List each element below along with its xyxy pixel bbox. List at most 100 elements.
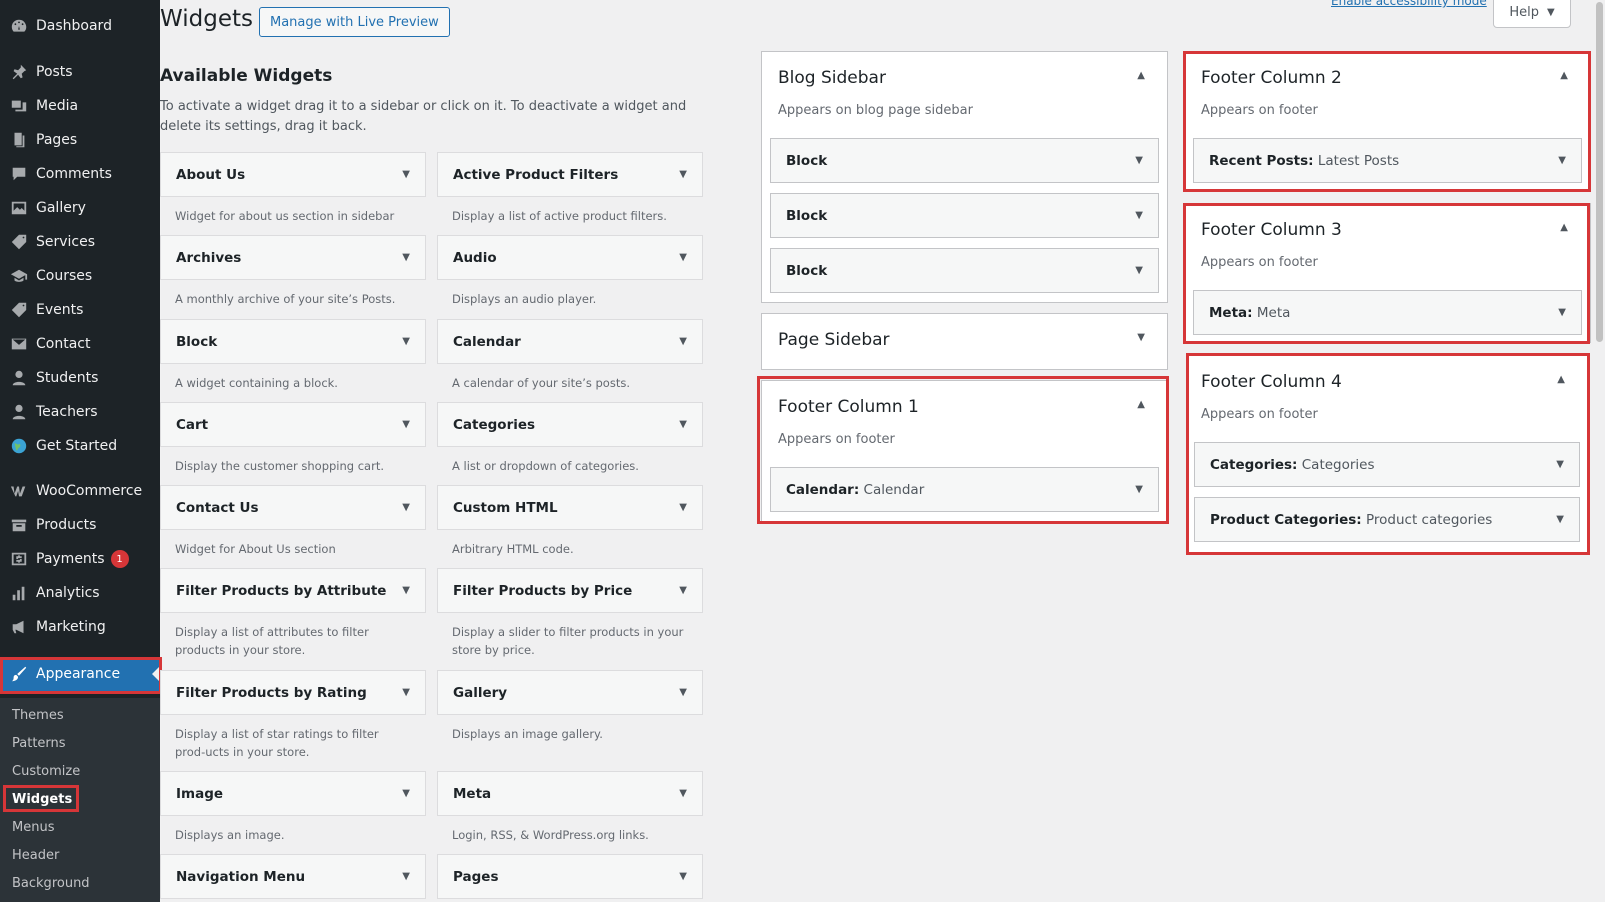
chevron-down-icon[interactable]: ▼ xyxy=(679,419,687,430)
chevron-down-icon[interactable]: ▼ xyxy=(1135,265,1143,276)
submenu-header[interactable]: Header xyxy=(12,844,59,866)
chevron-down-icon[interactable]: ▼ xyxy=(679,169,687,180)
area-widget[interactable]: Block ▼ xyxy=(770,248,1159,293)
sidebar-item-comments[interactable]: Comments xyxy=(0,157,160,191)
widget-tile[interactable]: Filter Products by Price ▼ xyxy=(437,568,703,613)
chevron-down-icon[interactable]: ▼ xyxy=(679,252,687,263)
widget-tile[interactable]: Custom HTML ▼ xyxy=(437,485,703,530)
chevron-up-icon[interactable]: ▲ xyxy=(1560,70,1568,81)
chevron-down-icon[interactable]: ▼ xyxy=(402,788,410,799)
widget-tile[interactable]: Active Product Filters ▼ xyxy=(437,152,703,197)
submenu-menus[interactable]: Menus xyxy=(12,816,54,838)
widget-tile[interactable]: Audio ▼ xyxy=(437,235,703,280)
widget-tile[interactable]: Calendar ▼ xyxy=(437,319,703,364)
sidebar-item-payments[interactable]: Payments 1 xyxy=(0,542,160,576)
sidebar-item-contact[interactable]: Contact xyxy=(0,327,160,361)
chevron-down-icon[interactable]: ▼ xyxy=(402,419,410,430)
help-label: Help xyxy=(1509,4,1539,20)
chevron-up-icon[interactable]: ▲ xyxy=(1557,374,1565,385)
widget-tile[interactable]: Archives ▼ xyxy=(160,235,426,280)
chevron-down-icon[interactable]: ▼ xyxy=(1135,210,1143,221)
area-title: Blog Sidebar xyxy=(778,68,886,88)
page-title: Widgets xyxy=(160,6,253,32)
chevron-down-icon[interactable]: ▼ xyxy=(402,502,410,513)
widget-tile[interactable]: Image ▼ xyxy=(160,771,426,816)
help-button[interactable]: Help ▼ xyxy=(1493,0,1571,28)
footer-column-3-area[interactable]: Footer Column 3 ▲ Appears on footer Meta… xyxy=(1184,203,1591,343)
submenu-patterns[interactable]: Patterns xyxy=(12,732,66,754)
chevron-down-icon[interactable]: ▼ xyxy=(679,585,687,596)
chevron-up-icon[interactable]: ▲ xyxy=(1560,222,1568,233)
chevron-up-icon[interactable]: ▲ xyxy=(1137,399,1145,410)
chevron-down-icon[interactable]: ▼ xyxy=(402,252,410,263)
sidebar-item-get-started[interactable]: Get Started xyxy=(0,429,160,463)
chevron-down-icon[interactable]: ▼ xyxy=(679,788,687,799)
chevron-down-icon[interactable]: ▼ xyxy=(1556,459,1564,470)
manage-live-preview-button[interactable]: Manage with Live Preview xyxy=(259,7,450,37)
footer-column-2-area[interactable]: Footer Column 2 ▲ Appears on footer Rece… xyxy=(1184,51,1591,191)
page-sidebar-area[interactable]: Page Sidebar ▼ xyxy=(761,313,1168,370)
sidebar-item-gallery[interactable]: Gallery xyxy=(0,191,160,225)
sidebar-item-woocommerce[interactable]: WooCommerce xyxy=(0,474,160,508)
chevron-down-icon[interactable]: ▼ xyxy=(1558,155,1566,166)
widget-tile[interactable]: Filter Products by Rating ▼ xyxy=(160,670,426,715)
submenu-customize[interactable]: Customize xyxy=(12,760,80,782)
widget-tile[interactable]: Contact Us ▼ xyxy=(160,485,426,530)
sidebar-item-dashboard[interactable]: Dashboard xyxy=(0,9,160,43)
sidebar-item-marketing[interactable]: Marketing xyxy=(0,610,160,644)
chevron-up-icon[interactable]: ▲ xyxy=(1137,70,1145,81)
widget-tile[interactable]: Pages ▼ xyxy=(437,854,703,899)
sidebar-item-posts[interactable]: Posts xyxy=(0,55,160,89)
chevron-down-icon[interactable]: ▼ xyxy=(679,336,687,347)
sidebar-item-courses[interactable]: Courses xyxy=(0,259,160,293)
area-widget[interactable]: Meta: Meta ▼ xyxy=(1193,290,1582,335)
widget-tile[interactable]: Filter Products by Attribute ▼ xyxy=(160,568,426,613)
chevron-down-icon[interactable]: ▼ xyxy=(1556,514,1564,525)
area-widget[interactable]: Block ▼ xyxy=(770,138,1159,183)
widget-tile[interactable]: About Us ▼ xyxy=(160,152,426,197)
submenu-background[interactable]: Background xyxy=(12,872,90,894)
area-widget[interactable]: Block ▼ xyxy=(770,193,1159,238)
chevron-down-icon[interactable]: ▼ xyxy=(402,585,410,596)
page-scrollbar[interactable] xyxy=(1593,0,1605,902)
sidebar-item-appearance[interactable]: Appearance xyxy=(0,657,160,691)
widget-tile[interactable]: Categories ▼ xyxy=(437,402,703,447)
widget-tile[interactable]: Gallery ▼ xyxy=(437,670,703,715)
chevron-down-icon[interactable]: ▼ xyxy=(402,687,410,698)
widget-tile[interactable]: Block ▼ xyxy=(160,319,426,364)
widget-tile[interactable]: Navigation Menu ▼ xyxy=(160,854,426,899)
chevron-down-icon[interactable]: ▼ xyxy=(1135,484,1143,495)
widget-tile[interactable]: Meta ▼ xyxy=(437,771,703,816)
submenu-themes[interactable]: Themes xyxy=(12,704,64,726)
sidebar-item-services[interactable]: Services xyxy=(0,225,160,259)
sidebar-item-students[interactable]: Students xyxy=(0,361,160,395)
widget-name: Meta xyxy=(453,785,492,802)
area-widget[interactable]: Product Categories: Product categories ▼ xyxy=(1194,497,1580,542)
chevron-down-icon[interactable]: ▼ xyxy=(402,169,410,180)
chevron-down-icon[interactable]: ▼ xyxy=(402,336,410,347)
footer-column-4-area[interactable]: Footer Column 4 ▲ Appears on footer Cate… xyxy=(1188,355,1588,553)
submenu-widgets[interactable]: Widgets xyxy=(12,788,72,810)
sidebar-item-teachers[interactable]: Teachers xyxy=(0,395,160,429)
accessibility-mode-link[interactable]: Enable accessibility mode xyxy=(1331,0,1487,8)
chevron-down-icon[interactable]: ▼ xyxy=(679,687,687,698)
widget-tile[interactable]: Cart ▼ xyxy=(160,402,426,447)
area-widget[interactable]: Recent Posts: Latest Posts ▼ xyxy=(1193,138,1582,183)
scrollbar-thumb[interactable] xyxy=(1596,2,1603,342)
footer-column-1-area[interactable]: Footer Column 1 ▲ Appears on footer Cale… xyxy=(761,380,1168,522)
area-description: Appears on footer xyxy=(1201,103,1318,118)
sidebar-item-products[interactable]: Products xyxy=(0,508,160,542)
chevron-down-icon[interactable]: ▼ xyxy=(402,871,410,882)
chevron-down-icon[interactable]: ▼ xyxy=(1135,155,1143,166)
chevron-down-icon[interactable]: ▼ xyxy=(679,502,687,513)
chevron-down-icon[interactable]: ▼ xyxy=(1558,307,1566,318)
sidebar-item-events[interactable]: Events xyxy=(0,293,160,327)
area-widget[interactable]: Categories: Categories ▼ xyxy=(1194,442,1580,487)
sidebar-item-pages[interactable]: Pages xyxy=(0,123,160,157)
sidebar-item-media[interactable]: Media xyxy=(0,89,160,123)
sidebar-item-analytics[interactable]: Analytics xyxy=(0,576,160,610)
chevron-down-icon[interactable]: ▼ xyxy=(679,871,687,882)
area-widget[interactable]: Calendar: Calendar ▼ xyxy=(770,467,1159,512)
chevron-down-icon[interactable]: ▼ xyxy=(1137,332,1145,343)
blog-sidebar-area[interactable]: Blog Sidebar ▲ Appears on blog page side… xyxy=(761,51,1168,303)
